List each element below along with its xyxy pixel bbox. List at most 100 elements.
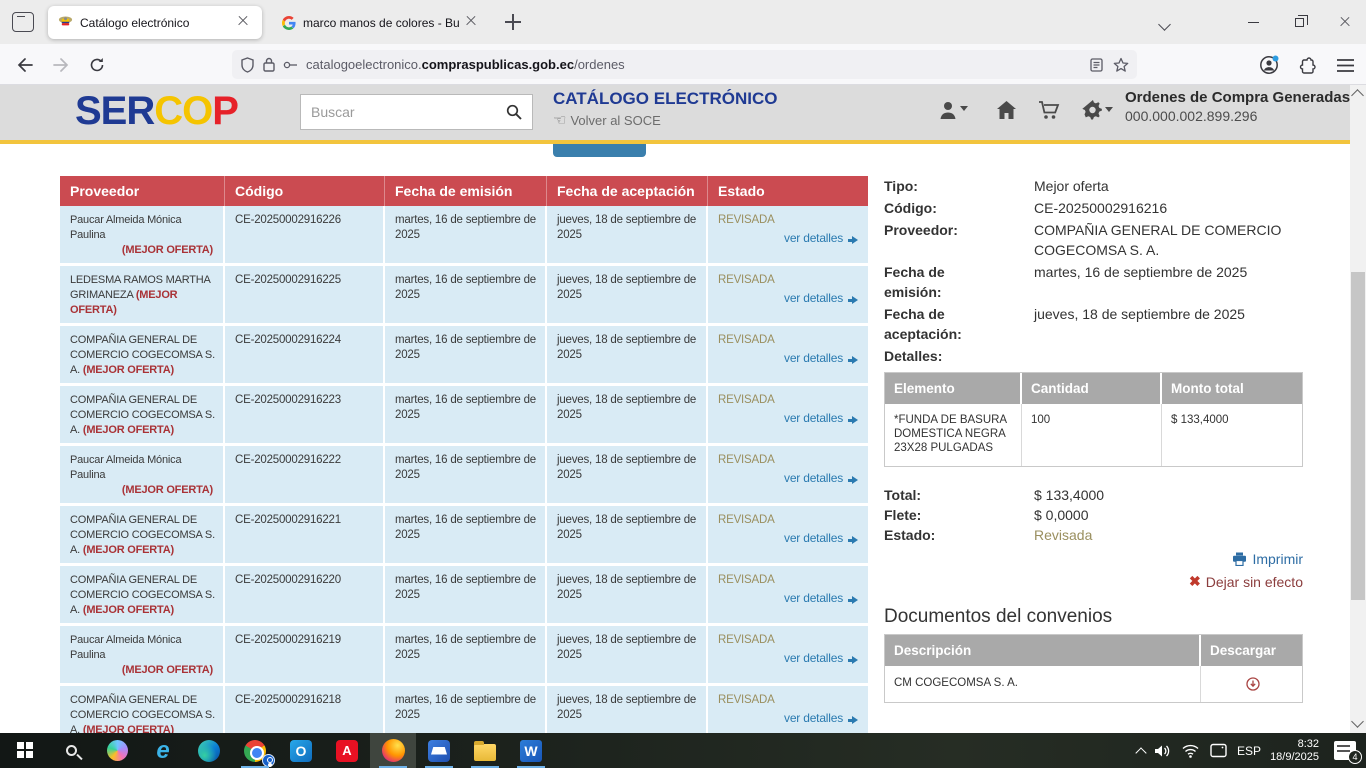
window-close-button[interactable] bbox=[1330, 10, 1360, 34]
home-icon[interactable] bbox=[996, 100, 1017, 120]
settings-gear-icon[interactable] bbox=[1082, 100, 1113, 121]
window-restore-button[interactable] bbox=[1284, 10, 1314, 34]
volume-icon[interactable] bbox=[1154, 743, 1172, 759]
reload-button[interactable] bbox=[84, 52, 110, 78]
list-tabs-chevron-icon[interactable] bbox=[1160, 16, 1172, 28]
column-header-0: Proveedor bbox=[60, 176, 225, 206]
tab-close-icon[interactable] bbox=[466, 15, 482, 31]
cart-icon[interactable] bbox=[1038, 100, 1060, 120]
ver-detalles-link[interactable]: ver detalles bbox=[718, 351, 862, 366]
taskbar-item-scan-app[interactable] bbox=[416, 733, 462, 768]
fecha-emision-cell: martes, 16 de septiembre de 2025 bbox=[385, 686, 547, 733]
url-text[interactable]: catalogoelectronico.compraspublicas.gob.… bbox=[306, 57, 1082, 72]
documents-table: DescripciónDescargar CM COGECOMSA S. A. bbox=[884, 634, 1303, 703]
account-icon[interactable] bbox=[1256, 52, 1282, 78]
items-cell-0: *FUNDA DE BASURA DOMESTICA NEGRA 23X28 P… bbox=[885, 404, 1022, 466]
logo-p: P bbox=[212, 89, 238, 133]
mejor-oferta-label: (MEJOR OFERTA) bbox=[83, 544, 174, 556]
taskbar-item-start[interactable] bbox=[2, 733, 48, 768]
column-header-2: Fecha de emisión bbox=[385, 176, 547, 206]
mejor-oferta-label: (MEJOR OFERTA) bbox=[70, 483, 219, 498]
scrollbar-up-icon[interactable] bbox=[1351, 89, 1364, 102]
sercop-logo[interactable]: SERCOP bbox=[75, 89, 238, 134]
taskbar-item-acrobat[interactable]: A bbox=[324, 733, 370, 768]
logo-o: O bbox=[182, 89, 212, 133]
tab-google-search[interactable]: marco manos de colores - Busca bbox=[272, 6, 490, 39]
wifi-icon[interactable] bbox=[1181, 743, 1200, 758]
search-input[interactable] bbox=[300, 94, 496, 130]
taskbar-item-file-explorer[interactable] bbox=[462, 733, 508, 768]
volver-al-soce-link[interactable]: ☜Volver al SOCE bbox=[553, 111, 661, 129]
new-tab-button[interactable] bbox=[505, 14, 521, 30]
taskbar-item-chrome[interactable] bbox=[232, 733, 278, 768]
taskbar-item-search[interactable] bbox=[48, 733, 94, 768]
codigo-cell: CE-20250002916223 bbox=[225, 386, 385, 443]
extensions-puzzle-icon[interactable] bbox=[1294, 52, 1320, 78]
taskbar-item-copilot[interactable] bbox=[94, 733, 140, 768]
documents-table-row: CM COGECOMSA S. A. bbox=[885, 666, 1302, 702]
cutoff-blue-button[interactable] bbox=[553, 144, 646, 157]
arrow-right-icon bbox=[852, 356, 862, 364]
clock[interactable]: 8:32 18/9/2025 bbox=[1270, 738, 1319, 764]
file-explorer-icon bbox=[474, 744, 496, 761]
taskbar-item-firefox[interactable] bbox=[370, 733, 416, 768]
firefox-view-icon[interactable] bbox=[12, 12, 34, 32]
detail-field-value bbox=[1034, 346, 1303, 366]
taskbar-item-word[interactable]: W bbox=[508, 733, 554, 768]
tab-close-icon[interactable] bbox=[238, 15, 254, 31]
tray-overflow-chevron-icon[interactable] bbox=[1135, 747, 1146, 758]
connect-display-icon[interactable] bbox=[1209, 743, 1228, 758]
ver-detalles-link[interactable]: ver detalles bbox=[718, 291, 862, 306]
menu-hamburger-icon[interactable] bbox=[1332, 52, 1358, 78]
fecha-emision-cell: martes, 16 de septiembre de 2025 bbox=[385, 626, 547, 683]
forward-button[interactable] bbox=[48, 52, 74, 78]
window-minimize-button[interactable] bbox=[1238, 10, 1268, 34]
back-button[interactable] bbox=[12, 52, 38, 78]
ver-detalles-link[interactable]: ver detalles bbox=[718, 711, 862, 726]
url-bar[interactable]: catalogoelectronico.compraspublicas.gob.… bbox=[232, 50, 1137, 79]
provider-cell: COMPAÑIA GENERAL DE COMERCIO COGECOMSA S… bbox=[60, 686, 225, 733]
estado-value: REVISADA bbox=[718, 333, 862, 348]
dejar-sin-efecto-link[interactable]: ✖ Dejar sin efecto bbox=[1189, 573, 1303, 590]
acrobat-icon: A bbox=[336, 740, 358, 762]
reader-view-icon[interactable] bbox=[1090, 58, 1105, 72]
download-cell[interactable] bbox=[1201, 666, 1302, 702]
tracking-shield-icon[interactable] bbox=[240, 57, 255, 73]
imprimir-link[interactable]: Imprimir bbox=[1232, 551, 1303, 567]
taskbar-item-internet-explorer[interactable]: e bbox=[140, 733, 186, 768]
language-indicator[interactable]: ESP bbox=[1237, 744, 1261, 758]
lock-icon[interactable] bbox=[263, 57, 275, 72]
items-table-row: *FUNDA DE BASURA DOMESTICA NEGRA 23X28 P… bbox=[885, 404, 1302, 466]
notification-center-icon[interactable]: 4 bbox=[1334, 741, 1356, 760]
summary-row: Total:$ 133,4000 bbox=[884, 485, 1303, 505]
permissions-key-icon[interactable] bbox=[283, 60, 298, 70]
outlook-icon: O bbox=[290, 740, 312, 762]
ver-detalles-label: ver detalles bbox=[784, 651, 843, 665]
bookmark-star-icon[interactable] bbox=[1113, 57, 1129, 72]
orders-generated-number: 000.000.002.899.296 bbox=[1125, 108, 1257, 124]
ver-detalles-link[interactable]: ver detalles bbox=[718, 531, 862, 546]
ver-detalles-link[interactable]: ver detalles bbox=[718, 231, 862, 246]
tab-catalogo-electronico[interactable]: Catálogo electrónico bbox=[48, 6, 262, 39]
detail-field-value: jueves, 18 de septiembre de 2025 bbox=[1034, 304, 1303, 344]
search-button[interactable] bbox=[495, 94, 533, 130]
ver-detalles-link[interactable]: ver detalles bbox=[718, 651, 862, 666]
estado-value: REVISADA bbox=[718, 213, 862, 228]
table-row: COMPAÑIA GENERAL DE COMERCIO COGECOMSA S… bbox=[60, 566, 868, 626]
download-icon[interactable] bbox=[1246, 677, 1260, 691]
scrollbar-thumb[interactable] bbox=[1351, 272, 1365, 600]
ver-detalles-link[interactable]: ver detalles bbox=[718, 471, 862, 486]
taskbar-item-outlook[interactable]: O bbox=[278, 733, 324, 768]
orders-table-body: Paucar Almeida Mónica Paulina (MEJOR OFE… bbox=[60, 206, 868, 733]
user-menu-icon[interactable] bbox=[938, 100, 968, 120]
page-scrollbar[interactable] bbox=[1350, 85, 1366, 733]
arrow-right-icon bbox=[852, 596, 862, 604]
table-row: COMPAÑIA GENERAL DE COMERCIO COGECOMSA S… bbox=[60, 506, 868, 566]
taskbar-item-edge[interactable] bbox=[186, 733, 232, 768]
scrollbar-down-icon[interactable] bbox=[1351, 715, 1364, 728]
ver-detalles-link[interactable]: ver detalles bbox=[718, 411, 862, 426]
red-x-icon: ✖ bbox=[1189, 573, 1201, 590]
arrow-right-icon bbox=[852, 416, 862, 424]
screen: Catálogo electrónico marco manos de colo… bbox=[0, 0, 1366, 768]
ver-detalles-link[interactable]: ver detalles bbox=[718, 591, 862, 606]
